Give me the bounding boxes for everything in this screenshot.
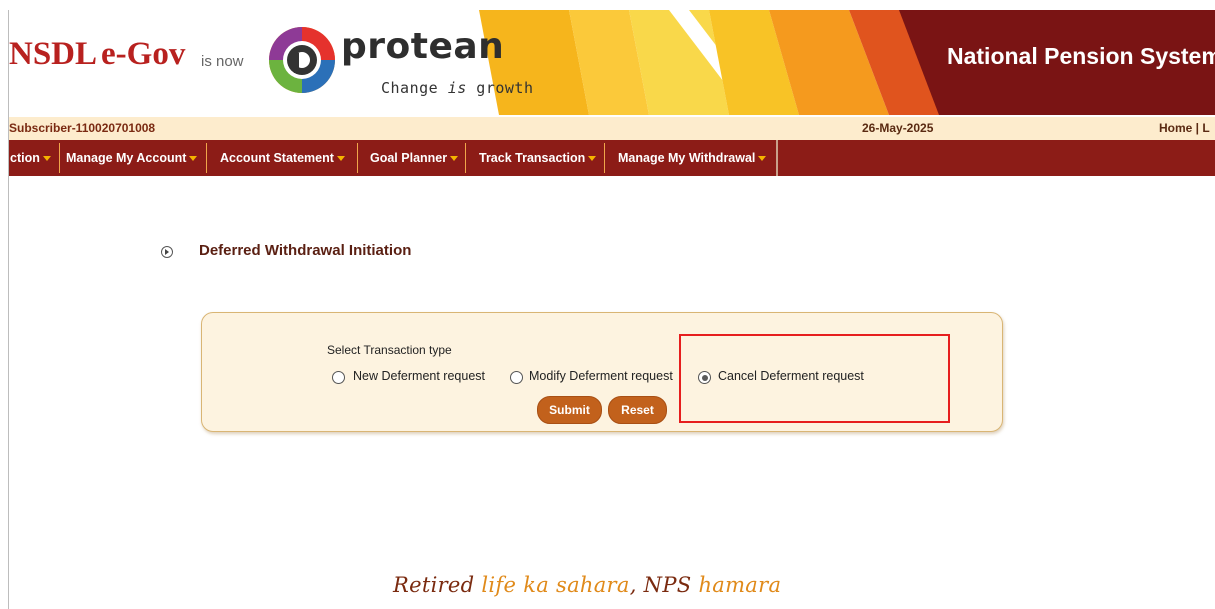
slogan-part: Retired: [393, 573, 482, 597]
menu-separator: [59, 143, 60, 173]
menu-label: Track Transaction: [479, 151, 586, 165]
reset-button[interactable]: Reset: [608, 396, 667, 424]
menu-label: ction: [10, 151, 40, 165]
menu-item-account-statement[interactable]: Account Statement: [220, 140, 345, 176]
slogan-part: hamara: [698, 573, 782, 597]
menu-item-track-transaction[interactable]: Track Transaction: [479, 140, 597, 176]
arrow-bullet-icon: [161, 246, 173, 258]
menu-separator: [206, 143, 207, 173]
info-bar: Subscriber-110020701008 26-May-2025 Home…: [9, 117, 1215, 140]
site-header: NSDL e-Gov is now protean Change is growt…: [9, 10, 1215, 115]
is-now-text: is now: [201, 53, 244, 70]
page-title: Deferred Withdrawal Initiation: [199, 242, 412, 259]
tagline-part: is: [447, 79, 467, 97]
slogan-part: life ka sahara: [481, 573, 630, 597]
radio-modify-deferment[interactable]: [510, 371, 523, 384]
subscriber-id: Subscriber-110020701008: [9, 121, 156, 135]
nsdl-egov-brand: NSDL e-Gov: [9, 36, 185, 73]
slogan-part: , NPS: [629, 573, 699, 597]
radio-label: Modify Deferment request: [529, 369, 673, 383]
menu-item-goal-planner[interactable]: Goal Planner: [370, 140, 459, 176]
menu-separator: [776, 140, 778, 176]
menu-label: Manage My Account: [66, 151, 187, 165]
menu-item-manage-my-withdrawal[interactable]: Manage My Withdrawal: [618, 140, 767, 176]
nps-title: National Pension System (: [947, 43, 1215, 69]
menu-item-manage-my-account[interactable]: Manage My Account: [66, 140, 198, 176]
menu-label: Account Statement: [220, 151, 334, 165]
caret-down-icon: [189, 156, 198, 162]
caret-down-icon: [450, 156, 459, 162]
tagline-part: growth: [466, 79, 534, 97]
browser-frame: NSDL e-Gov is now protean Change is growt…: [8, 10, 1215, 609]
protean-tagline: Change is growth: [381, 79, 534, 97]
caret-down-icon: [758, 156, 767, 162]
current-date: 26-May-2025: [862, 121, 934, 135]
protean-wordmark: protean: [341, 26, 505, 67]
brand-nsdl: NSDL: [9, 36, 98, 72]
submit-button[interactable]: Submit: [537, 396, 602, 424]
caret-down-icon: [588, 156, 597, 162]
menu-item-transaction[interactable]: ction: [10, 140, 51, 176]
home-logout-links[interactable]: Home | L: [1159, 121, 1210, 135]
highlight-box: [679, 334, 950, 423]
menu-separator: [357, 143, 358, 173]
caret-down-icon: [42, 156, 51, 162]
select-transaction-label: Select Transaction type: [327, 343, 452, 357]
brand-egov: e-Gov: [101, 36, 186, 72]
menu-label: Manage My Withdrawal: [618, 151, 756, 165]
menu-label: Goal Planner: [370, 151, 448, 165]
protean-logo-icon: [269, 27, 335, 93]
tagline-part: Change: [381, 79, 448, 97]
menu-separator: [465, 143, 466, 173]
radio-label: New Deferment request: [353, 369, 486, 383]
radio-new-deferment[interactable]: [332, 371, 345, 384]
caret-down-icon: [336, 156, 345, 162]
menu-separator: [604, 143, 605, 173]
main-menu: ction Manage My Account Account Statemen…: [9, 140, 1215, 176]
nps-slogan: Retired life ka sahara, NPS hamara: [393, 573, 781, 597]
